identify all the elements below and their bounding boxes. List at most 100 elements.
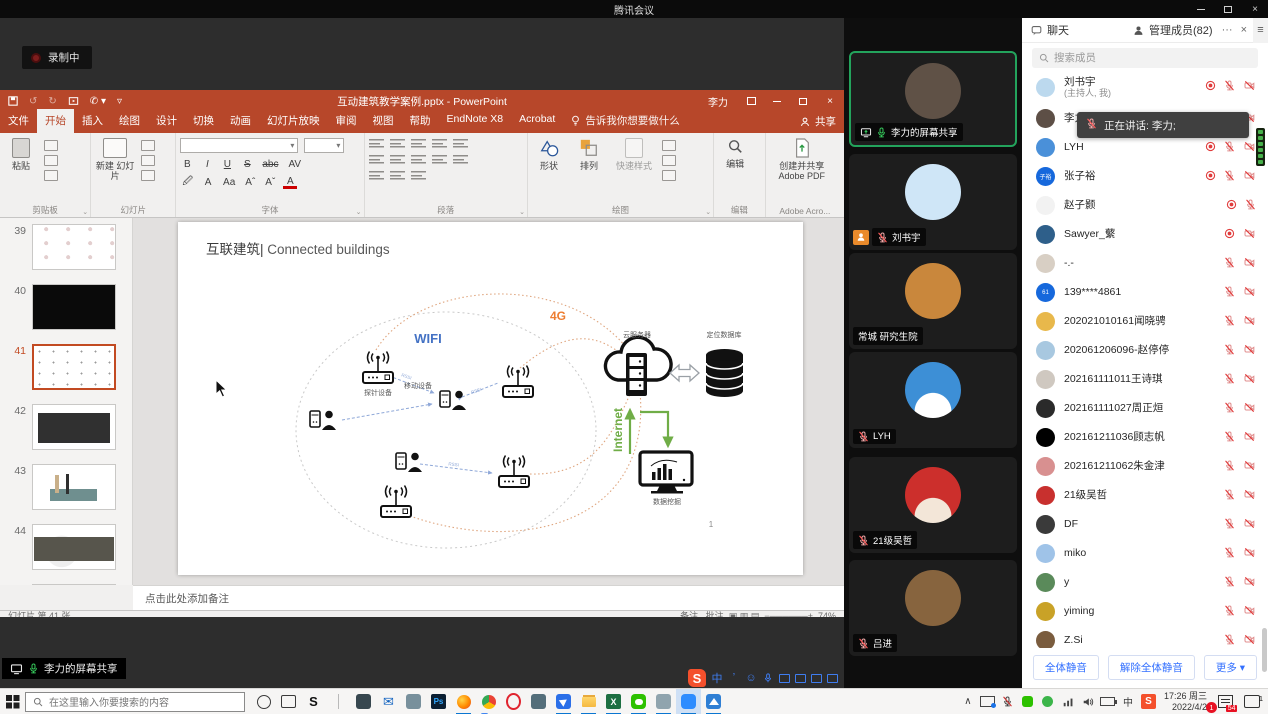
tell-me-box[interactable]: 告诉我你想要做什么 (563, 113, 688, 133)
ime-punct-icon[interactable]: ʼ (728, 672, 740, 684)
member-row[interactable]: miko (1022, 539, 1268, 568)
ime-skin-icon[interactable] (811, 674, 822, 683)
slide-thumbnail-41[interactable]: 41 (4, 344, 132, 390)
create-share-pdf-button[interactable]: 创建并共享 Adobe PDF (770, 138, 834, 204)
paragraph-dialog-launcher[interactable]: ⌄ (519, 208, 525, 216)
mic-muted-icon[interactable] (1224, 373, 1235, 387)
font-color-icon[interactable]: A (283, 176, 297, 189)
member-row[interactable]: 61139****4861 (1022, 278, 1268, 307)
cortana-icon[interactable] (251, 689, 276, 714)
ppt-maximize-icon[interactable] (790, 90, 816, 112)
appslate-icon[interactable] (401, 689, 426, 714)
start-button[interactable] (0, 689, 25, 714)
member-row[interactable]: 202161211062朱金津 (1022, 452, 1268, 481)
ppt-tab-审阅[interactable]: 审阅 (328, 109, 365, 133)
format-painter-icon[interactable] (44, 170, 58, 181)
folder-icon[interactable] (576, 689, 601, 714)
slide-thumbnail-39[interactable]: 39 (4, 224, 132, 270)
ime-keyboard-icon[interactable] (779, 674, 790, 683)
indent-increase-icon[interactable] (432, 138, 447, 149)
member-row[interactable]: -.- (1022, 249, 1268, 278)
excel-icon[interactable]: X (601, 689, 626, 714)
wechat-icon[interactable] (626, 689, 651, 714)
close-icon[interactable]: × (1246, 2, 1264, 16)
mic-muted-icon[interactable] (1224, 315, 1235, 329)
shape-outline-icon[interactable] (662, 155, 676, 166)
slide-thumbnail-45[interactable]: 45 (4, 584, 132, 585)
video-tile[interactable]: 21级吴哲 (849, 457, 1017, 553)
camera-off-icon[interactable] (1243, 373, 1256, 387)
camera-off-icon[interactable] (1243, 315, 1256, 329)
mic-muted-icon[interactable] (1224, 518, 1235, 532)
ppt-tab-视图[interactable]: 视图 (365, 109, 402, 133)
drawing-dialog-launcher[interactable]: ⌄ (705, 208, 711, 216)
chrome-icon[interactable] (476, 689, 501, 714)
font-dialog-launcher[interactable]: ⌄ (356, 208, 362, 216)
clear-format-icon[interactable]: 🖉 (180, 176, 195, 189)
share-button[interactable]: 共享 (800, 114, 836, 129)
font-style-button-abc[interactable]: abc (260, 158, 280, 171)
ppt-tab-幻灯片放映[interactable]: 幻灯片放映 (259, 109, 328, 133)
text-direction-icon[interactable] (369, 170, 384, 181)
font-style-button-s[interactable]: S (240, 158, 254, 171)
quick-styles-button[interactable]: 快速样式 (612, 138, 656, 204)
ppt-tab-Acrobat[interactable]: Acrobat (511, 109, 563, 133)
camera-off-icon[interactable] (1243, 547, 1256, 561)
camera-off-icon[interactable] (1243, 257, 1256, 271)
wechattray-icon[interactable] (1019, 689, 1037, 714)
ime-toolbox-icon[interactable] (795, 674, 806, 683)
restore-icon[interactable] (1219, 2, 1237, 16)
cut-icon[interactable] (44, 140, 58, 151)
mail-notification-icon[interactable]: 54 (1213, 689, 1237, 714)
camera-off-icon[interactable] (1243, 286, 1256, 300)
member-row[interactable]: yiming (1022, 597, 1268, 626)
shrink-font-icon[interactable]: Aˇ (263, 176, 277, 189)
mic-tray-icon[interactable] (999, 689, 1017, 714)
tab-chat[interactable]: 聊天 (1022, 18, 1078, 42)
justify-icon[interactable] (432, 154, 447, 165)
meeting-icon[interactable] (676, 689, 701, 714)
camera-off-icon[interactable] (1243, 605, 1256, 619)
reset-icon[interactable] (141, 155, 155, 166)
text-shadow-icon[interactable]: A (201, 176, 215, 189)
member-row[interactable]: Z.Si (1022, 626, 1268, 650)
member-row[interactable]: 202161111027周正烜 (1022, 394, 1268, 423)
comments-toggle[interactable]: 批注 (706, 611, 724, 617)
camera-off-icon[interactable] (1243, 228, 1256, 242)
camera-off-icon[interactable] (1243, 431, 1256, 445)
sogou-logo-icon[interactable]: S (688, 669, 706, 687)
camera-off-icon[interactable] (1243, 344, 1256, 358)
video-tile[interactable]: 吕进 (849, 560, 1017, 656)
mic-muted-icon[interactable] (1224, 257, 1235, 271)
sogoubar-icon[interactable]: S (301, 689, 326, 714)
firefox-icon[interactable] (451, 689, 476, 714)
edit-button[interactable]: 编辑 (718, 138, 752, 204)
mail-icon[interactable]: ✉ (376, 689, 401, 714)
ppt-tab-设计[interactable]: 设计 (148, 109, 185, 133)
camera-off-icon[interactable] (1243, 576, 1256, 590)
shape-effects-icon[interactable] (662, 170, 676, 181)
camera-off-icon[interactable] (1243, 402, 1256, 416)
shapes-button[interactable]: 形状 (532, 138, 566, 204)
360-icon[interactable] (1039, 689, 1057, 714)
ppt-tab-文件[interactable]: 文件 (0, 109, 37, 133)
font-style-button-i[interactable]: I (200, 158, 214, 171)
slide-thumbnail-43[interactable]: 43 (4, 464, 132, 510)
camera-off-icon[interactable] (1243, 518, 1256, 532)
mic-muted-icon[interactable] (1224, 547, 1235, 561)
camera-off-icon[interactable] (1243, 141, 1256, 155)
minimize-icon[interactable] (1192, 2, 1210, 16)
ppt-tab-动画[interactable]: 动画 (222, 109, 259, 133)
panel-menu-icon[interactable]: ≡ (1253, 18, 1268, 43)
slide-thumbnail-42[interactable]: 42 (4, 404, 132, 450)
paste-button[interactable]: 粘贴 (4, 138, 38, 204)
panel-close-icon[interactable]: × (1241, 24, 1247, 36)
slide-editor[interactable]: 互联建筑| Connected buildings (133, 218, 844, 585)
video-tile[interactable]: LYH (849, 352, 1017, 448)
contacts-icon[interactable] (526, 689, 551, 714)
font-style-button-u[interactable]: U (220, 158, 234, 171)
chevron-up-icon[interactable]: ∧ (959, 689, 977, 714)
align-left-icon[interactable] (369, 154, 384, 165)
smartart-icon[interactable] (411, 170, 426, 181)
camera-off-icon[interactable] (1243, 80, 1256, 94)
